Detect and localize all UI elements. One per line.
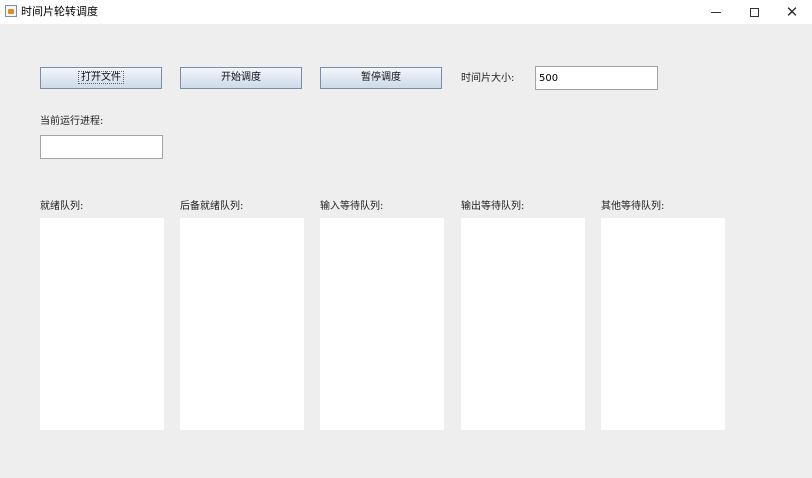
current-process-label: 当前运行进程: [40,116,104,127]
app-icon [5,5,17,17]
output-wait-queue-list[interactable] [461,218,585,430]
maximize-button[interactable] [734,0,774,24]
pause-schedule-label: 暂停调度 [361,72,401,83]
open-file-label: 打开文件 [78,71,124,84]
open-file-button[interactable]: 打开文件 [40,67,162,89]
time-slice-input[interactable] [535,66,658,90]
ready-queue-label: 就绪队列: [40,201,84,212]
ready-queue-list[interactable] [40,218,164,430]
input-wait-queue-list[interactable] [320,218,444,430]
minimize-button[interactable] [696,0,736,24]
maximize-icon [749,7,759,17]
pause-schedule-button[interactable]: 暂停调度 [320,67,442,89]
current-process-field[interactable] [40,135,163,159]
input-wait-queue-label: 输入等待队列: [320,201,384,212]
window-title: 时间片轮转调度 [21,5,98,18]
other-wait-queue-list[interactable] [601,218,725,430]
output-wait-queue-label: 输出等待队列: [461,201,525,212]
start-schedule-label: 开始调度 [221,72,261,83]
backup-ready-queue-label: 后备就绪队列: [180,201,244,212]
other-wait-queue-label: 其他等待队列: [601,201,665,212]
start-schedule-button[interactable]: 开始调度 [180,67,302,89]
backup-ready-queue-list[interactable] [180,218,304,430]
close-icon: ✕ [785,2,799,21]
title-bar: 时间片轮转调度 ✕ [0,0,812,24]
time-slice-label: 时间片大小: [461,73,515,84]
minimize-icon [711,11,721,13]
close-button[interactable]: ✕ [772,0,812,24]
